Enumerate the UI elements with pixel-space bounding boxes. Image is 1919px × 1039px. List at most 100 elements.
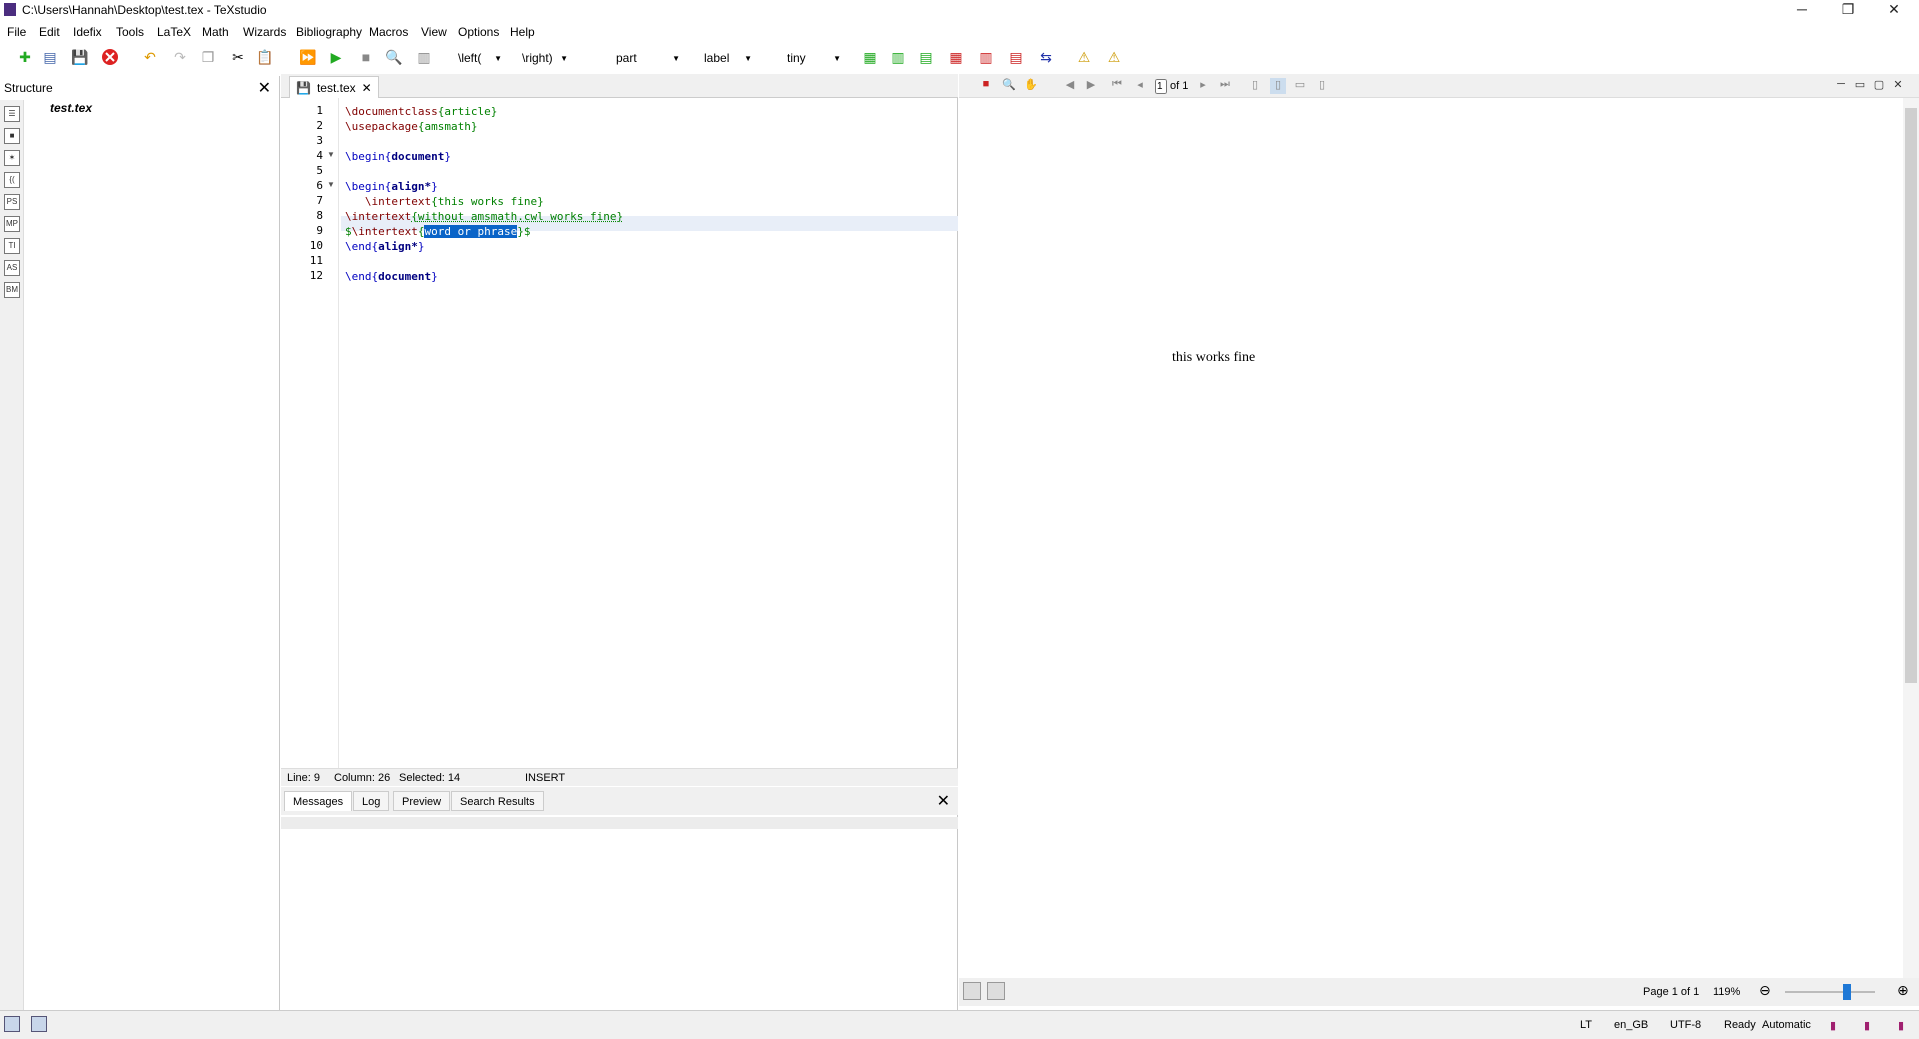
- pdf-magnifier-icon[interactable]: 🔍: [1001, 78, 1017, 94]
- pdf-forward-icon[interactable]: ▶: [1083, 78, 1099, 94]
- restore-button[interactable]: ❐: [1826, 0, 1870, 20]
- close-messages-icon[interactable]: ✕: [937, 791, 950, 811]
- menu-file[interactable]: File: [7, 25, 26, 39]
- compile-icon[interactable]: ▶: [326, 47, 346, 67]
- pdf-next-page-icon[interactable]: ▸: [1195, 78, 1211, 94]
- pdf-single-page-icon[interactable]: ▯: [1270, 78, 1286, 94]
- structure-panel: Structure ✕ ☰ ■ ✶ {( PS MP TI AS BM test…: [0, 76, 280, 1010]
- table-remove-icon[interactable]: ▤: [1006, 47, 1026, 67]
- view-log-icon[interactable]: ▥: [414, 47, 434, 67]
- texstudio-icon-3[interactable]: ▮: [1898, 1019, 1904, 1032]
- pdf-sync-back-icon[interactable]: [987, 982, 1005, 1000]
- zoom-slider[interactable]: [1785, 991, 1875, 993]
- menu-idefix[interactable]: Idefix: [73, 25, 102, 39]
- copy-icon[interactable]: ❐: [198, 47, 218, 67]
- menu-wizards[interactable]: Wizards: [243, 25, 286, 39]
- tab-preview[interactable]: Preview: [393, 791, 451, 811]
- tab-search-results[interactable]: Search Results: [451, 791, 544, 811]
- menu-options[interactable]: Options: [458, 25, 499, 39]
- mode-text[interactable]: Automatic: [1762, 1019, 1811, 1031]
- pdf-embed-icon[interactable]: ▭: [1852, 78, 1868, 94]
- table-align-icon[interactable]: ⇆: [1036, 47, 1056, 67]
- menu-view[interactable]: View: [421, 25, 447, 39]
- build-view-icon[interactable]: ⏩: [298, 47, 318, 67]
- languagetool-icon[interactable]: LT: [1580, 1019, 1592, 1031]
- zoom-out-icon[interactable]: ⊖: [1759, 982, 1771, 999]
- warning-icon[interactable]: ⚠: [1074, 47, 1094, 67]
- pdf-minimize-icon[interactable]: ─: [1833, 78, 1849, 94]
- pdf-sync-icon[interactable]: [963, 982, 981, 1000]
- size-combo[interactable]: tiny ▼: [783, 48, 845, 68]
- paste-icon[interactable]: 📋: [255, 47, 275, 67]
- toggle-messages-icon[interactable]: [31, 1016, 47, 1032]
- tikz-icon[interactable]: TI: [4, 238, 20, 254]
- pdf-prev-page-icon[interactable]: ◂: [1132, 78, 1148, 94]
- menu-bibliography[interactable]: Bibliography: [296, 25, 362, 39]
- menu-tools[interactable]: Tools: [116, 25, 144, 39]
- fold-marker-icon[interactable]: ▼: [327, 180, 335, 189]
- right-delimiter-combo[interactable]: \right) ▼: [518, 48, 572, 68]
- minimize-button[interactable]: ─: [1780, 0, 1824, 20]
- tab-test-tex[interactable]: 💾 test.tex ✕: [289, 76, 379, 98]
- structure-view-icon[interactable]: ☰: [4, 106, 20, 122]
- menu-edit[interactable]: Edit: [39, 25, 60, 39]
- sectioning-combo[interactable]: part ▼: [612, 48, 684, 68]
- warning-next-icon[interactable]: ⚠: [1104, 47, 1124, 67]
- toggle-structure-icon[interactable]: [4, 1016, 20, 1032]
- bookmarks-icon[interactable]: ■: [4, 128, 20, 144]
- open-file-icon[interactable]: ▤: [40, 47, 60, 67]
- asymptote-icon[interactable]: AS: [4, 260, 20, 276]
- undo-icon[interactable]: ↶: [140, 47, 160, 67]
- delimiters-icon[interactable]: {(: [4, 172, 20, 188]
- stop-icon[interactable]: ■: [356, 47, 376, 67]
- close-window-button[interactable]: ✕: [1872, 0, 1916, 20]
- encoding-selector[interactable]: UTF-8: [1670, 1019, 1701, 1031]
- table-add-column-icon[interactable]: ▥: [888, 47, 908, 67]
- pdf-back-icon[interactable]: ◀: [1062, 78, 1078, 94]
- redo-icon[interactable]: ↷: [170, 47, 190, 67]
- menu-math[interactable]: Math: [202, 25, 229, 39]
- menu-latex[interactable]: LaTeX: [157, 25, 191, 39]
- zoom-slider-handle[interactable]: [1843, 984, 1851, 1000]
- pdf-page-input[interactable]: [1155, 79, 1167, 94]
- left-delimiter-combo[interactable]: \left(▼: [454, 48, 506, 68]
- pdf-vertical-scrollbar[interactable]: [1903, 98, 1919, 978]
- close-file-icon[interactable]: [100, 47, 120, 67]
- pdf-last-page-icon[interactable]: ⏭: [1217, 78, 1233, 94]
- close-structure-icon[interactable]: ✕: [258, 78, 271, 98]
- symbols-icon[interactable]: ✶: [4, 150, 20, 166]
- beamer-icon[interactable]: BM: [4, 282, 20, 298]
- zoom-in-icon[interactable]: ⊕: [1897, 982, 1909, 999]
- language-selector[interactable]: en_GB: [1614, 1019, 1648, 1031]
- table-add-row-icon[interactable]: ▦: [860, 47, 880, 67]
- pdf-fit-icon[interactable]: ▯: [1314, 78, 1330, 94]
- pdf-first-page-icon[interactable]: ⏮: [1109, 78, 1125, 94]
- menu-macros[interactable]: Macros: [369, 25, 408, 39]
- view-pdf-icon[interactable]: 🔍: [384, 47, 404, 67]
- pdf-two-page-icon[interactable]: ▭: [1292, 78, 1308, 94]
- metapost-icon[interactable]: MP: [4, 216, 20, 232]
- cut-icon[interactable]: ✂: [228, 47, 248, 67]
- fold-marker-icon[interactable]: ▼: [327, 150, 335, 159]
- pdf-bookmark-icon[interactable]: ■: [978, 78, 994, 94]
- texstudio-icon-2[interactable]: ▮: [1864, 1019, 1870, 1032]
- structure-tree-file[interactable]: test.tex: [50, 101, 92, 115]
- save-icon[interactable]: 💾: [70, 47, 90, 67]
- texstudio-icon-1[interactable]: ▮: [1830, 1019, 1836, 1032]
- tab-messages[interactable]: Messages: [284, 791, 353, 811]
- tab-log[interactable]: Log: [353, 791, 390, 811]
- menu-help[interactable]: Help: [510, 25, 535, 39]
- new-file-icon[interactable]: ✚: [15, 47, 35, 67]
- table-remove-column-icon[interactable]: ▥: [976, 47, 996, 67]
- table-insert-icon[interactable]: ▤: [916, 47, 936, 67]
- reference-combo[interactable]: label ▼: [700, 48, 756, 68]
- pdf-close-icon[interactable]: ✕: [1890, 78, 1906, 94]
- pdf-scroll-thumb[interactable]: [1905, 108, 1917, 683]
- pdf-zoom-level[interactable]: 119%: [1713, 986, 1740, 998]
- table-remove-row-icon[interactable]: ▦: [946, 47, 966, 67]
- close-tab-icon[interactable]: ✕: [362, 81, 372, 95]
- pstricks-icon[interactable]: PS: [4, 194, 20, 210]
- pdf-hand-icon[interactable]: ✋: [1023, 78, 1039, 94]
- pdf-maximize-icon[interactable]: ▢: [1871, 78, 1887, 94]
- pdf-continuous-icon[interactable]: ▯: [1247, 78, 1263, 94]
